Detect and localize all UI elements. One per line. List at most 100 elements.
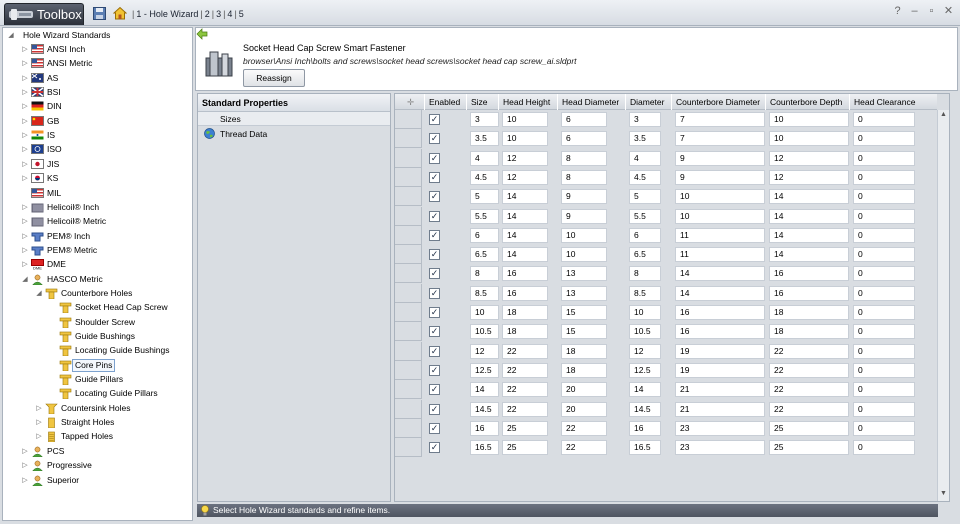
cell-cb-depth[interactable]: 22 — [769, 362, 849, 378]
tree-item-mil[interactable]: MIL — [21, 187, 188, 200]
cell-cb-diameter[interactable]: 10 — [675, 208, 765, 224]
cell-size[interactable]: 12 — [470, 343, 499, 359]
tree-item-bsi[interactable]: ▷ BSI — [21, 86, 188, 99]
cell-head-height[interactable]: 25 — [502, 440, 548, 456]
cell-cb-diameter[interactable]: 16 — [675, 324, 765, 340]
crumb-step-1[interactable]: 1 - Hole Wizard — [136, 9, 198, 19]
cell-size[interactable]: 5 — [470, 189, 499, 205]
enabled-checkbox[interactable]: ✓ — [429, 210, 440, 222]
collapse-icon[interactable]: ◢ — [35, 287, 43, 300]
tree-item-straight-holes[interactable]: ▷ Straight Holes — [35, 416, 188, 429]
cell-size[interactable]: 14 — [470, 382, 499, 398]
row-header[interactable] — [395, 360, 422, 380]
cell-head-diameter[interactable]: 20 — [561, 382, 607, 398]
cell-head-diameter[interactable]: 13 — [561, 266, 607, 282]
cell-cb-diameter[interactable]: 19 — [675, 362, 765, 378]
tree-item-din[interactable]: ▷ DIN — [21, 100, 188, 113]
cell-head-diameter[interactable]: 18 — [561, 362, 607, 378]
cell-head-height[interactable]: 12 — [502, 169, 548, 185]
cell-size[interactable]: 6 — [470, 227, 499, 243]
cell-diameter[interactable]: 4 — [629, 150, 661, 166]
cell-diameter[interactable]: 14 — [629, 382, 661, 398]
cell-cb-depth[interactable]: 18 — [769, 324, 849, 340]
expand-icon[interactable]: ▷ — [21, 43, 29, 56]
cell-size[interactable]: 3.5 — [470, 131, 499, 147]
enabled-checkbox[interactable]: ✓ — [429, 364, 440, 376]
cell-cb-depth[interactable]: 25 — [769, 420, 849, 436]
column-header-size[interactable]: Size — [466, 94, 498, 110]
column-header-counterbore-diameter[interactable]: Counterbore Diameter — [671, 94, 765, 110]
cell-head-clearance[interactable]: 0 — [853, 362, 915, 378]
row-header[interactable] — [395, 264, 422, 284]
expand-icon[interactable]: ▷ — [21, 244, 29, 257]
cell-head-height[interactable]: 22 — [502, 382, 548, 398]
cell-cb-depth[interactable]: 12 — [769, 169, 849, 185]
cell-cb-diameter[interactable]: 23 — [675, 420, 765, 436]
cell-head-clearance[interactable]: 0 — [853, 112, 915, 127]
expand-icon[interactable]: ▷ — [35, 416, 43, 429]
tree-item-core-pins[interactable]: Core Pins — [49, 358, 188, 372]
cell-head-diameter[interactable]: 6 — [561, 112, 607, 127]
cell-diameter[interactable]: 8.5 — [629, 285, 661, 301]
cell-size[interactable]: 10 — [470, 305, 499, 320]
tree-item-socket-head-cap-screw[interactable]: Socket Head Cap Screw — [49, 301, 188, 314]
cell-head-clearance[interactable]: 0 — [853, 150, 915, 166]
cell-cb-diameter[interactable]: 21 — [675, 382, 765, 398]
tree-item-hasco-metric[interactable]: ◢ HASCO Metric — [21, 273, 188, 286]
cell-diameter[interactable]: 3.5 — [629, 131, 661, 147]
cell-diameter[interactable]: 4.5 — [629, 169, 661, 185]
row-header[interactable] — [395, 245, 422, 265]
expand-icon[interactable]: ▷ — [21, 57, 29, 70]
enabled-checkbox[interactable]: ✓ — [429, 307, 440, 318]
cell-head-height[interactable]: 18 — [502, 324, 548, 340]
cell-head-diameter[interactable]: 9 — [561, 189, 607, 205]
back-arrow-icon[interactable] — [196, 28, 208, 40]
props-item-sizes[interactable]: Sizes — [198, 112, 390, 126]
cell-head-diameter[interactable]: 9 — [561, 208, 607, 224]
cell-size[interactable]: 5.5 — [470, 208, 499, 224]
cell-head-clearance[interactable]: 0 — [853, 285, 915, 301]
cell-size[interactable]: 10.5 — [470, 324, 499, 340]
cell-head-height[interactable]: 10 — [502, 131, 548, 147]
tree-item-ansi-metric[interactable]: ▷ ANSI Metric — [21, 57, 188, 70]
cell-head-clearance[interactable]: 0 — [853, 247, 915, 263]
cell-head-height[interactable]: 14 — [502, 208, 548, 224]
cell-head-diameter[interactable]: 6 — [561, 131, 607, 147]
maximize-icon[interactable]: ▫ — [926, 6, 937, 17]
cell-head-diameter[interactable]: 15 — [561, 324, 607, 340]
expand-icon[interactable]: ▷ — [35, 430, 43, 443]
cell-head-diameter[interactable]: 10 — [561, 247, 607, 263]
cell-head-diameter[interactable]: 13 — [561, 285, 607, 301]
row-header[interactable] — [395, 303, 422, 322]
cell-head-diameter[interactable]: 15 — [561, 305, 607, 320]
cell-size[interactable]: 8 — [470, 266, 499, 282]
expand-icon[interactable]: ▷ — [21, 143, 29, 156]
cell-cb-depth[interactable]: 14 — [769, 247, 849, 263]
cell-cb-diameter[interactable]: 7 — [675, 131, 765, 147]
expand-icon[interactable]: ▷ — [21, 129, 29, 142]
cell-cb-diameter[interactable]: 9 — [675, 150, 765, 166]
cell-head-clearance[interactable]: 0 — [853, 169, 915, 185]
tree-item-iso[interactable]: ▷ ISO — [21, 143, 188, 156]
cell-cb-depth[interactable]: 22 — [769, 401, 849, 417]
crumb-step-2[interactable]: 2 — [205, 9, 210, 19]
row-header[interactable] — [395, 129, 422, 149]
cell-diameter[interactable]: 12 — [629, 343, 661, 359]
row-header[interactable] — [395, 438, 422, 458]
expand-icon[interactable]: ▷ — [21, 258, 29, 271]
tree-item-helicoil-inch[interactable]: ▷ Helicoil® Inch — [21, 201, 188, 214]
tree-root[interactable]: ◢ Hole Wizard Standards — [7, 29, 192, 42]
row-header[interactable] — [395, 283, 422, 303]
enabled-checkbox[interactable]: ✓ — [429, 268, 440, 280]
cell-size[interactable]: 12.5 — [470, 362, 499, 378]
cell-head-clearance[interactable]: 0 — [853, 420, 915, 436]
tree-item-jis[interactable]: ▷ JIS — [21, 158, 188, 171]
cell-head-diameter[interactable]: 18 — [561, 343, 607, 359]
cell-cb-depth[interactable]: 25 — [769, 440, 849, 456]
column-header-enabled[interactable]: Enabled — [424, 94, 466, 110]
cell-cb-depth[interactable]: 12 — [769, 150, 849, 166]
enabled-checkbox[interactable]: ✓ — [429, 133, 440, 145]
cell-diameter[interactable]: 5.5 — [629, 208, 661, 224]
tree-item-as[interactable]: ▷ AS — [21, 72, 188, 85]
enabled-checkbox[interactable]: ✓ — [429, 287, 440, 299]
